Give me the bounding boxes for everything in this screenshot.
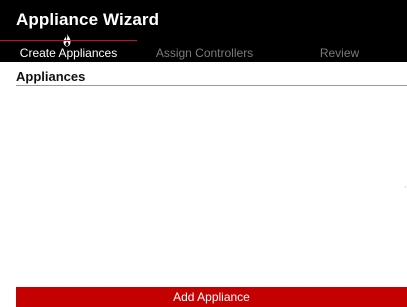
step-label: Assign Controllers: [155, 46, 254, 60]
scrollbar-indicator[interactable]: [405, 186, 406, 188]
app-header: Appliance Wizard Create Appliances Assig…: [0, 0, 407, 62]
active-step-line: [0, 40, 137, 41]
step-review[interactable]: Review: [272, 30, 407, 62]
wizard-steps: Create Appliances Assign Controllers Rev…: [0, 30, 407, 62]
appliance-list[interactable]: [16, 86, 407, 286]
add-appliance-button[interactable]: Add Appliance: [16, 287, 407, 307]
step-label: Review: [319, 46, 360, 60]
step-assign-controllers[interactable]: Assign Controllers: [137, 30, 272, 62]
window-title: Appliance Wizard: [16, 10, 160, 29]
section-title: Appliances: [16, 69, 86, 84]
step-create-appliances[interactable]: Create Appliances: [0, 30, 137, 62]
step-label: Create Appliances: [19, 46, 118, 60]
